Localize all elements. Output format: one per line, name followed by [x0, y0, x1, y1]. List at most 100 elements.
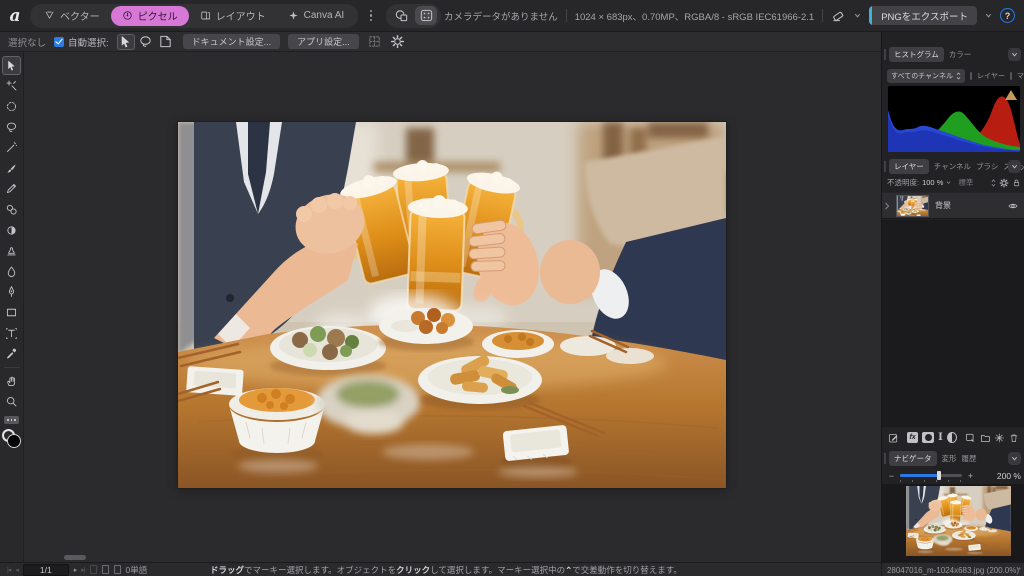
- auto-select-checkbox[interactable]: [54, 37, 64, 47]
- tab-histogram[interactable]: ヒストグラム: [889, 47, 944, 62]
- tab-history[interactable]: 履歴: [962, 453, 977, 464]
- zoom-out-button[interactable]: −: [887, 471, 896, 481]
- delete-page-icon[interactable]: [90, 565, 97, 574]
- selection-brush-tool[interactable]: [2, 97, 21, 116]
- zoom-in-button[interactable]: +: [966, 471, 975, 481]
- app-settings-button[interactable]: アプリ設定...: [288, 34, 359, 49]
- tools-divider: [4, 367, 20, 368]
- hardware-acceleration-icon[interactable]: [831, 8, 846, 23]
- dodge-burn-tool[interactable]: [2, 221, 21, 240]
- blend-mode-select[interactable]: 標準: [958, 177, 973, 188]
- color-swatch[interactable]: [2, 429, 21, 448]
- tab-channels[interactable]: チャンネル: [934, 161, 971, 172]
- mask-layer-button[interactable]: [922, 432, 934, 443]
- zoom-percentage[interactable]: 200 %: [997, 471, 1021, 481]
- duplicate-page-icon[interactable]: [102, 565, 109, 574]
- trash-icon[interactable]: [1009, 432, 1019, 444]
- document-image[interactable]: [178, 122, 726, 488]
- fill-color-swatch[interactable]: [7, 434, 21, 448]
- select-layer-mode-button[interactable]: [157, 34, 175, 50]
- snapping-button[interactable]: [390, 6, 412, 25]
- view-pan-tool[interactable]: [2, 372, 21, 391]
- frame-text-tool[interactable]: [2, 324, 21, 343]
- first-page-button[interactable]: |◂: [7, 566, 10, 574]
- edit-pencil-square-icon[interactable]: [888, 432, 899, 444]
- export-options-chevron-icon[interactable]: [985, 12, 992, 19]
- persona-tab-pixel[interactable]: ピクセル: [111, 6, 189, 26]
- pixel-grid-icon[interactable]: [367, 34, 382, 49]
- last-page-button[interactable]: ▸|: [81, 566, 84, 574]
- gear-icon[interactable]: [390, 34, 405, 49]
- shapes-icon: [394, 8, 409, 23]
- blur-smudge-tool[interactable]: [2, 262, 21, 281]
- tab-navigator[interactable]: ナビゲータ: [889, 451, 937, 466]
- layer-settings-gear-icon[interactable]: [999, 178, 1009, 188]
- export-png-button[interactable]: PNGをエクスポート: [869, 6, 977, 25]
- navigator-collapse-button[interactable]: [1008, 452, 1021, 465]
- adjustment-layer-button[interactable]: [947, 432, 957, 443]
- document-filename: 28047016_m-1024x683.jpg (200.0%) *: [881, 563, 1024, 576]
- channels-dropdown[interactable]: すべてのチャンネル: [887, 69, 965, 83]
- select-object-mode-button[interactable]: [117, 34, 135, 50]
- navigator-body: [882, 484, 1024, 562]
- live-filter-button[interactable]: I: [938, 432, 943, 443]
- document-settings-button[interactable]: ドキュメント設定...: [183, 34, 281, 49]
- move-tool[interactable]: [2, 56, 21, 75]
- paint-brush-tool[interactable]: [2, 159, 21, 178]
- tab-brushes[interactable]: ブラシ: [976, 161, 998, 172]
- freehand-selection-tool[interactable]: [2, 118, 21, 137]
- layers-collapse-button[interactable]: [1008, 160, 1021, 173]
- layers-list-empty-area[interactable]: [882, 220, 1024, 427]
- pixel-pencil-tool[interactable]: [2, 179, 21, 198]
- histogram-collapse-button[interactable]: [1008, 48, 1021, 61]
- canvas-viewport[interactable]: [25, 52, 881, 562]
- pen-tool[interactable]: [2, 282, 21, 301]
- layer-thumbnail[interactable]: [896, 195, 929, 217]
- persona-tab-canva-ai[interactable]: Canva AI: [277, 6, 356, 26]
- zoom-tool[interactable]: [2, 392, 21, 411]
- chevron-down-icon[interactable]: [854, 12, 861, 19]
- color-picker-tool[interactable]: [2, 344, 21, 363]
- zoom-slider-handle[interactable]: [937, 471, 941, 480]
- visibility-eye-icon[interactable]: [1007, 201, 1019, 211]
- layer-row-background[interactable]: 背景: [882, 192, 1024, 219]
- lock-icon[interactable]: [1012, 178, 1021, 188]
- chevron-down-icon[interactable]: [946, 180, 951, 185]
- layer-checkbox[interactable]: [970, 72, 972, 80]
- tab-color[interactable]: カラー: [949, 49, 972, 60]
- persona-tab-layout[interactable]: レイアウト: [189, 6, 277, 26]
- stepper-icon[interactable]: [991, 179, 996, 187]
- rectangle-shape-tool[interactable]: [2, 303, 21, 322]
- tools-panel: [0, 52, 24, 562]
- zoom-slider[interactable]: [900, 474, 962, 477]
- tool-hint: ドラッグでマーキー選択します。オブジェクトをクリックして選択します。マーキー選択…: [210, 563, 682, 576]
- persona-tab-vector[interactable]: ベクター: [33, 6, 111, 26]
- next-page-button[interactable]: ▸: [74, 566, 77, 574]
- layer-effects-fx-button[interactable]: fx: [907, 432, 919, 443]
- select-lasso-mode-button[interactable]: [137, 34, 155, 50]
- marquee-checkbox[interactable]: [1010, 72, 1012, 80]
- sparkle-icon: [288, 10, 299, 21]
- opacity-value[interactable]: 100 %: [922, 178, 943, 187]
- smart-selection-brush-tool[interactable]: [2, 138, 21, 157]
- add-page-icon[interactable]: [114, 565, 121, 574]
- persona-overflow-menu[interactable]: [364, 6, 378, 26]
- tab-layers[interactable]: レイヤー: [889, 159, 929, 174]
- flood-select-tool[interactable]: [2, 76, 21, 95]
- new-image-layer-icon[interactable]: [965, 432, 976, 444]
- auto-select-toggle[interactable]: 自動選択:: [54, 35, 109, 49]
- assistant-button[interactable]: [415, 6, 437, 25]
- help-button[interactable]: ?: [1000, 8, 1015, 23]
- previous-page-button[interactable]: ◂: [15, 566, 18, 574]
- horizontal-scrollbar[interactable]: [64, 555, 86, 560]
- group-folder-icon[interactable]: [980, 432, 991, 444]
- more-tools-button[interactable]: [4, 416, 19, 424]
- tab-transform[interactable]: 変形: [942, 453, 957, 464]
- new-layer-pattern-icon[interactable]: [994, 432, 1005, 444]
- chevron-down-icon: [1011, 51, 1018, 58]
- expand-chevron-icon[interactable]: [884, 202, 890, 210]
- navigator-thumbnail[interactable]: [906, 486, 1011, 556]
- stamp-tool[interactable]: [2, 241, 21, 260]
- page-indicator[interactable]: 1/1: [23, 564, 69, 576]
- clone-stamp-tool[interactable]: [2, 200, 21, 219]
